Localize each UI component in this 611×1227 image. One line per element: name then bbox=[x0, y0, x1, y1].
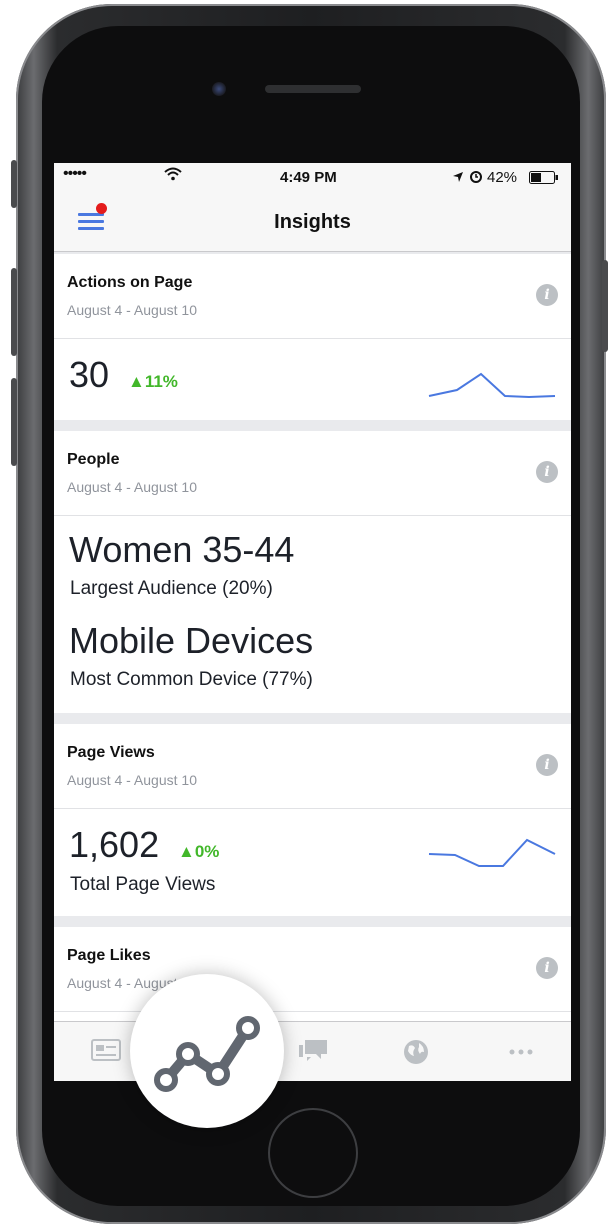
status-bar: ••••• 4:49 PM 42% bbox=[54, 163, 571, 191]
card-header: People August 4 - August 10 i bbox=[54, 431, 571, 516]
battery-icon bbox=[529, 171, 559, 188]
card-title: People bbox=[67, 451, 120, 468]
largest-audience-label: Largest Audience (20%) bbox=[70, 578, 273, 599]
tab-globe[interactable] bbox=[402, 1038, 432, 1066]
messages-icon bbox=[299, 1040, 327, 1061]
metric-delta: ▲0% bbox=[178, 842, 220, 861]
card-title: Page Likes bbox=[67, 947, 151, 964]
battery-percent: 42% bbox=[487, 169, 518, 186]
card-title: Actions on Page bbox=[67, 274, 193, 291]
phone-side-button bbox=[11, 160, 17, 208]
info-icon[interactable]: i bbox=[536, 461, 558, 483]
phone-power-button bbox=[602, 260, 608, 352]
clock: 4:49 PM bbox=[280, 169, 337, 186]
insights-chart-icon bbox=[154, 1016, 260, 1092]
date-range: August 4 - August 10 bbox=[67, 479, 197, 495]
wifi-icon bbox=[164, 167, 182, 185]
card-people[interactable]: People August 4 - August 10 i Women 35-4… bbox=[54, 431, 571, 713]
card-page-views[interactable]: Page Views August 4 - August 10 i 1,602 … bbox=[54, 724, 571, 916]
card-title: Page Views bbox=[67, 744, 155, 761]
card-actions-on-page[interactable]: Actions on Page August 4 - August 10 i 3… bbox=[54, 254, 571, 420]
date-range: August 4 - August 10 bbox=[67, 302, 197, 318]
news-feed-icon bbox=[91, 1039, 121, 1061]
tab-messages[interactable] bbox=[297, 1038, 327, 1066]
signal-strength: ••••• bbox=[63, 165, 87, 182]
alarm-icon bbox=[469, 169, 483, 187]
phone-volume-down bbox=[11, 378, 17, 466]
tab-news-feed[interactable] bbox=[91, 1038, 121, 1066]
page-title: Insights bbox=[274, 211, 351, 233]
location-arrow-icon bbox=[452, 170, 464, 187]
common-device-value: Mobile Devices bbox=[69, 620, 314, 661]
sparkline-chart bbox=[428, 372, 556, 399]
metric-label: Total Page Views bbox=[70, 874, 216, 895]
app-screen: ••••• 4:49 PM 42% Insights Actions on Pa… bbox=[54, 163, 571, 1081]
insights-highlight-button[interactable] bbox=[130, 974, 284, 1128]
card-header: Page Views August 4 - August 10 i bbox=[54, 724, 571, 809]
phone-volume-up bbox=[11, 268, 17, 356]
globe-icon bbox=[404, 1040, 428, 1064]
card-header: Actions on Page August 4 - August 10 i bbox=[54, 254, 571, 339]
metric-value: 30 bbox=[69, 354, 110, 395]
metric-value: 1,602 bbox=[69, 824, 160, 865]
info-icon[interactable]: i bbox=[536, 754, 558, 776]
largest-audience-value: Women 35-44 bbox=[69, 529, 295, 570]
metric-delta: ▲11% bbox=[128, 372, 178, 391]
phone-camera bbox=[212, 82, 226, 96]
info-icon[interactable]: i bbox=[536, 284, 558, 306]
tab-more[interactable] bbox=[506, 1038, 536, 1066]
info-icon[interactable]: i bbox=[536, 957, 558, 979]
common-device-label: Most Common Device (77%) bbox=[70, 669, 313, 690]
date-range: August 4 - August 10 bbox=[67, 772, 197, 788]
phone-earpiece bbox=[265, 85, 361, 93]
more-icon bbox=[509, 1049, 533, 1055]
sparkline-chart bbox=[428, 838, 556, 867]
navigation-bar: Insights bbox=[54, 191, 571, 252]
